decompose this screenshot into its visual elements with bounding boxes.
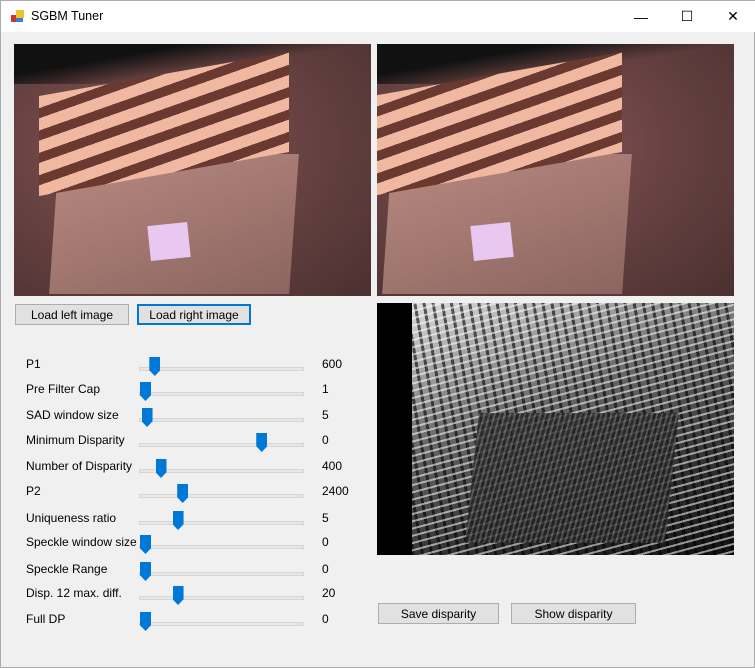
slider-value: 1 — [322, 382, 329, 396]
parameter-slider[interactable] — [139, 535, 304, 554]
slider-value: 0 — [322, 612, 329, 626]
slider-value: 600 — [322, 357, 343, 371]
parameter-slider[interactable] — [139, 612, 304, 631]
parameter-slider[interactable] — [139, 382, 304, 401]
slider-label: Pre Filter Cap — [26, 382, 101, 396]
slider-value: 0 — [322, 535, 329, 549]
parameter-slider[interactable] — [139, 484, 304, 503]
slider-thumb[interactable] — [172, 586, 184, 605]
parameter-slider[interactable] — [139, 408, 304, 427]
slider-thumb[interactable] — [140, 382, 151, 401]
slider-value: 0 — [322, 562, 329, 576]
parameter-slider[interactable] — [139, 433, 304, 452]
parameter-slider[interactable] — [139, 586, 304, 605]
load-left-image-button[interactable]: Load left image — [15, 304, 129, 325]
title-bar: SGBM Tuner — ☐ ✕ — [1, 1, 755, 32]
slider-label: P2 — [26, 484, 41, 498]
disparity-image — [377, 303, 734, 555]
slider-label: Full DP — [26, 612, 66, 626]
parameter-slider[interactable] — [139, 511, 304, 530]
slider-value: 20 — [322, 586, 336, 600]
slider-label: Disp. 12 max. diff. — [26, 586, 122, 600]
slider-thumb[interactable] — [172, 511, 184, 530]
slider-thumb[interactable] — [140, 612, 151, 631]
slider-label: Speckle Range — [26, 562, 108, 576]
slider-thumb[interactable] — [140, 535, 151, 554]
slider-thumb[interactable] — [141, 408, 153, 427]
save-disparity-button[interactable]: Save disparity — [378, 603, 499, 624]
close-button[interactable]: ✕ — [710, 1, 755, 32]
slider-label: P1 — [26, 357, 41, 371]
left-image — [14, 44, 371, 296]
slider-thumb[interactable] — [149, 357, 161, 376]
slider-label: Speckle window size — [26, 535, 137, 549]
show-disparity-button[interactable]: Show disparity — [511, 603, 636, 624]
minimize-button[interactable]: — — [618, 1, 664, 32]
maximize-button[interactable]: ☐ — [664, 1, 710, 32]
parameter-slider[interactable] — [139, 459, 304, 478]
slider-value: 0 — [322, 433, 329, 447]
slider-value: 400 — [322, 459, 343, 473]
slider-thumb[interactable] — [256, 433, 268, 452]
slider-value: 5 — [322, 408, 329, 422]
load-right-image-button[interactable]: Load right image — [137, 304, 251, 325]
slider-value: 2400 — [322, 484, 349, 498]
slider-value: 5 — [322, 511, 329, 525]
parameter-slider[interactable] — [139, 562, 304, 581]
slider-label: Minimum Disparity — [26, 433, 125, 447]
window-title: SGBM Tuner — [31, 9, 104, 23]
slider-label: Uniqueness ratio — [26, 511, 117, 525]
slider-label: SAD window size — [26, 408, 119, 422]
right-image — [377, 44, 734, 296]
slider-thumb[interactable] — [140, 562, 151, 581]
slider-label: Number of Disparity — [26, 459, 133, 473]
slider-thumb[interactable] — [155, 459, 167, 478]
slider-thumb[interactable] — [177, 484, 189, 503]
parameter-slider[interactable] — [139, 357, 304, 376]
app-icon — [11, 10, 24, 22]
